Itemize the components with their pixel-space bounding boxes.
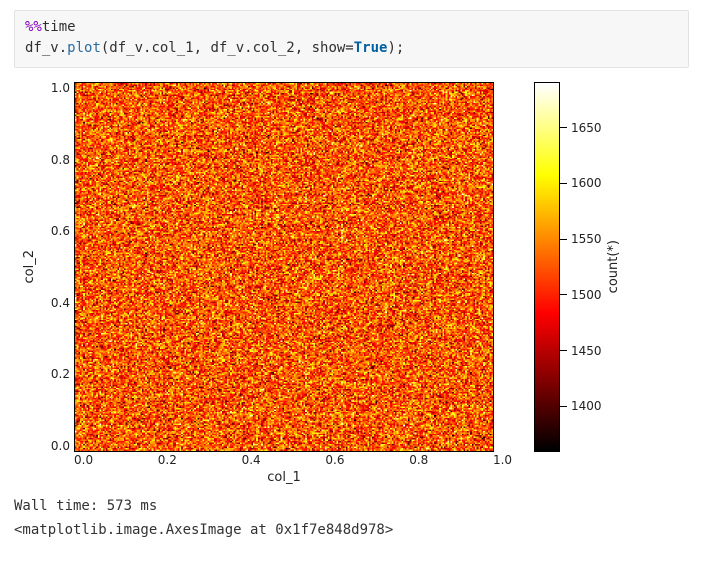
heatmap-canvas — [75, 83, 493, 451]
tick-mark — [560, 350, 567, 351]
tick-mark — [560, 406, 567, 407]
colorbar-tick: 1550 — [560, 232, 602, 246]
y-tick: 0.6 — [40, 225, 70, 237]
y-axis-label: col_2 — [22, 250, 37, 283]
tick-mark — [560, 127, 567, 128]
colorbar — [534, 82, 560, 452]
colorbar-label-container: count(*) — [606, 82, 626, 452]
y-tick: 0.0 — [40, 440, 70, 452]
colorbar-label: count(*) — [606, 240, 621, 293]
colorbar-tick: 1500 — [560, 288, 602, 302]
code-kwarg-key: show= — [312, 40, 354, 56]
code-cell[interactable]: %%time df_v.plot(df_v.col_1, df_v.col_2,… — [14, 10, 689, 68]
y-tick: 1.0 — [40, 82, 70, 94]
code-obj: df_v. — [25, 40, 67, 56]
y-tick: 0.4 — [40, 297, 70, 309]
x-tick: 1.0 — [493, 454, 494, 466]
x-tick: 0.8 — [409, 454, 410, 466]
timing-output: Wall time: 573 ms — [14, 498, 157, 514]
y-axis-label-container: col_2 — [22, 82, 40, 452]
y-tick: 0.2 — [40, 368, 70, 380]
x-tick: 0.4 — [242, 454, 243, 466]
colorbar-block: 1400 1450 1500 1550 1600 1650 count(*) — [534, 82, 626, 452]
figure: col_2 1.0 0.8 0.6 0.4 0.2 0.0 1400 1450 15… — [22, 82, 689, 485]
magic-name: time — [42, 19, 76, 35]
code-call: plot — [67, 40, 101, 56]
colorbar-tick-label: 1650 — [571, 121, 602, 135]
x-tick: 0.2 — [158, 454, 159, 466]
colorbar-tick-label: 1450 — [571, 344, 602, 358]
colorbar-canvas — [535, 83, 559, 451]
colorbar-tick-label: 1600 — [571, 176, 602, 190]
x-tick: 0.0 — [74, 454, 75, 466]
x-axis-label: col_1 — [74, 470, 494, 485]
colorbar-tick-label: 1400 — [571, 399, 602, 413]
colorbar-ticks: 1400 1450 1500 1550 1600 1650 — [560, 82, 606, 452]
code-args-open: (df_v.col_1, df_v.col_2, — [101, 40, 312, 56]
colorbar-tick: 1450 — [560, 344, 602, 358]
tick-mark — [560, 294, 567, 295]
colorbar-tick-label: 1550 — [571, 232, 602, 246]
colorbar-tick: 1400 — [560, 399, 602, 413]
x-axis-ticks: 0.0 0.2 0.4 0.6 0.8 1.0 — [74, 452, 494, 466]
magic-percent: %% — [25, 19, 42, 35]
tick-mark — [560, 183, 567, 184]
repr-output: <matplotlib.image.AxesImage at 0x1f7e848… — [14, 522, 393, 538]
code-kwarg-val: True — [354, 40, 388, 56]
code-close: ); — [387, 40, 404, 56]
x-tick: 0.6 — [325, 454, 326, 466]
y-tick: 0.8 — [40, 154, 70, 166]
heatmap-axes — [74, 82, 494, 452]
colorbar-tick: 1600 — [560, 176, 602, 190]
colorbar-tick: 1650 — [560, 121, 602, 135]
y-axis-ticks: 1.0 0.8 0.6 0.4 0.2 0.0 — [40, 82, 74, 452]
cell-output: Wall time: 573 ms <matplotlib.image.Axes… — [14, 495, 689, 543]
colorbar-tick-label: 1500 — [571, 288, 602, 302]
tick-mark — [560, 239, 567, 240]
